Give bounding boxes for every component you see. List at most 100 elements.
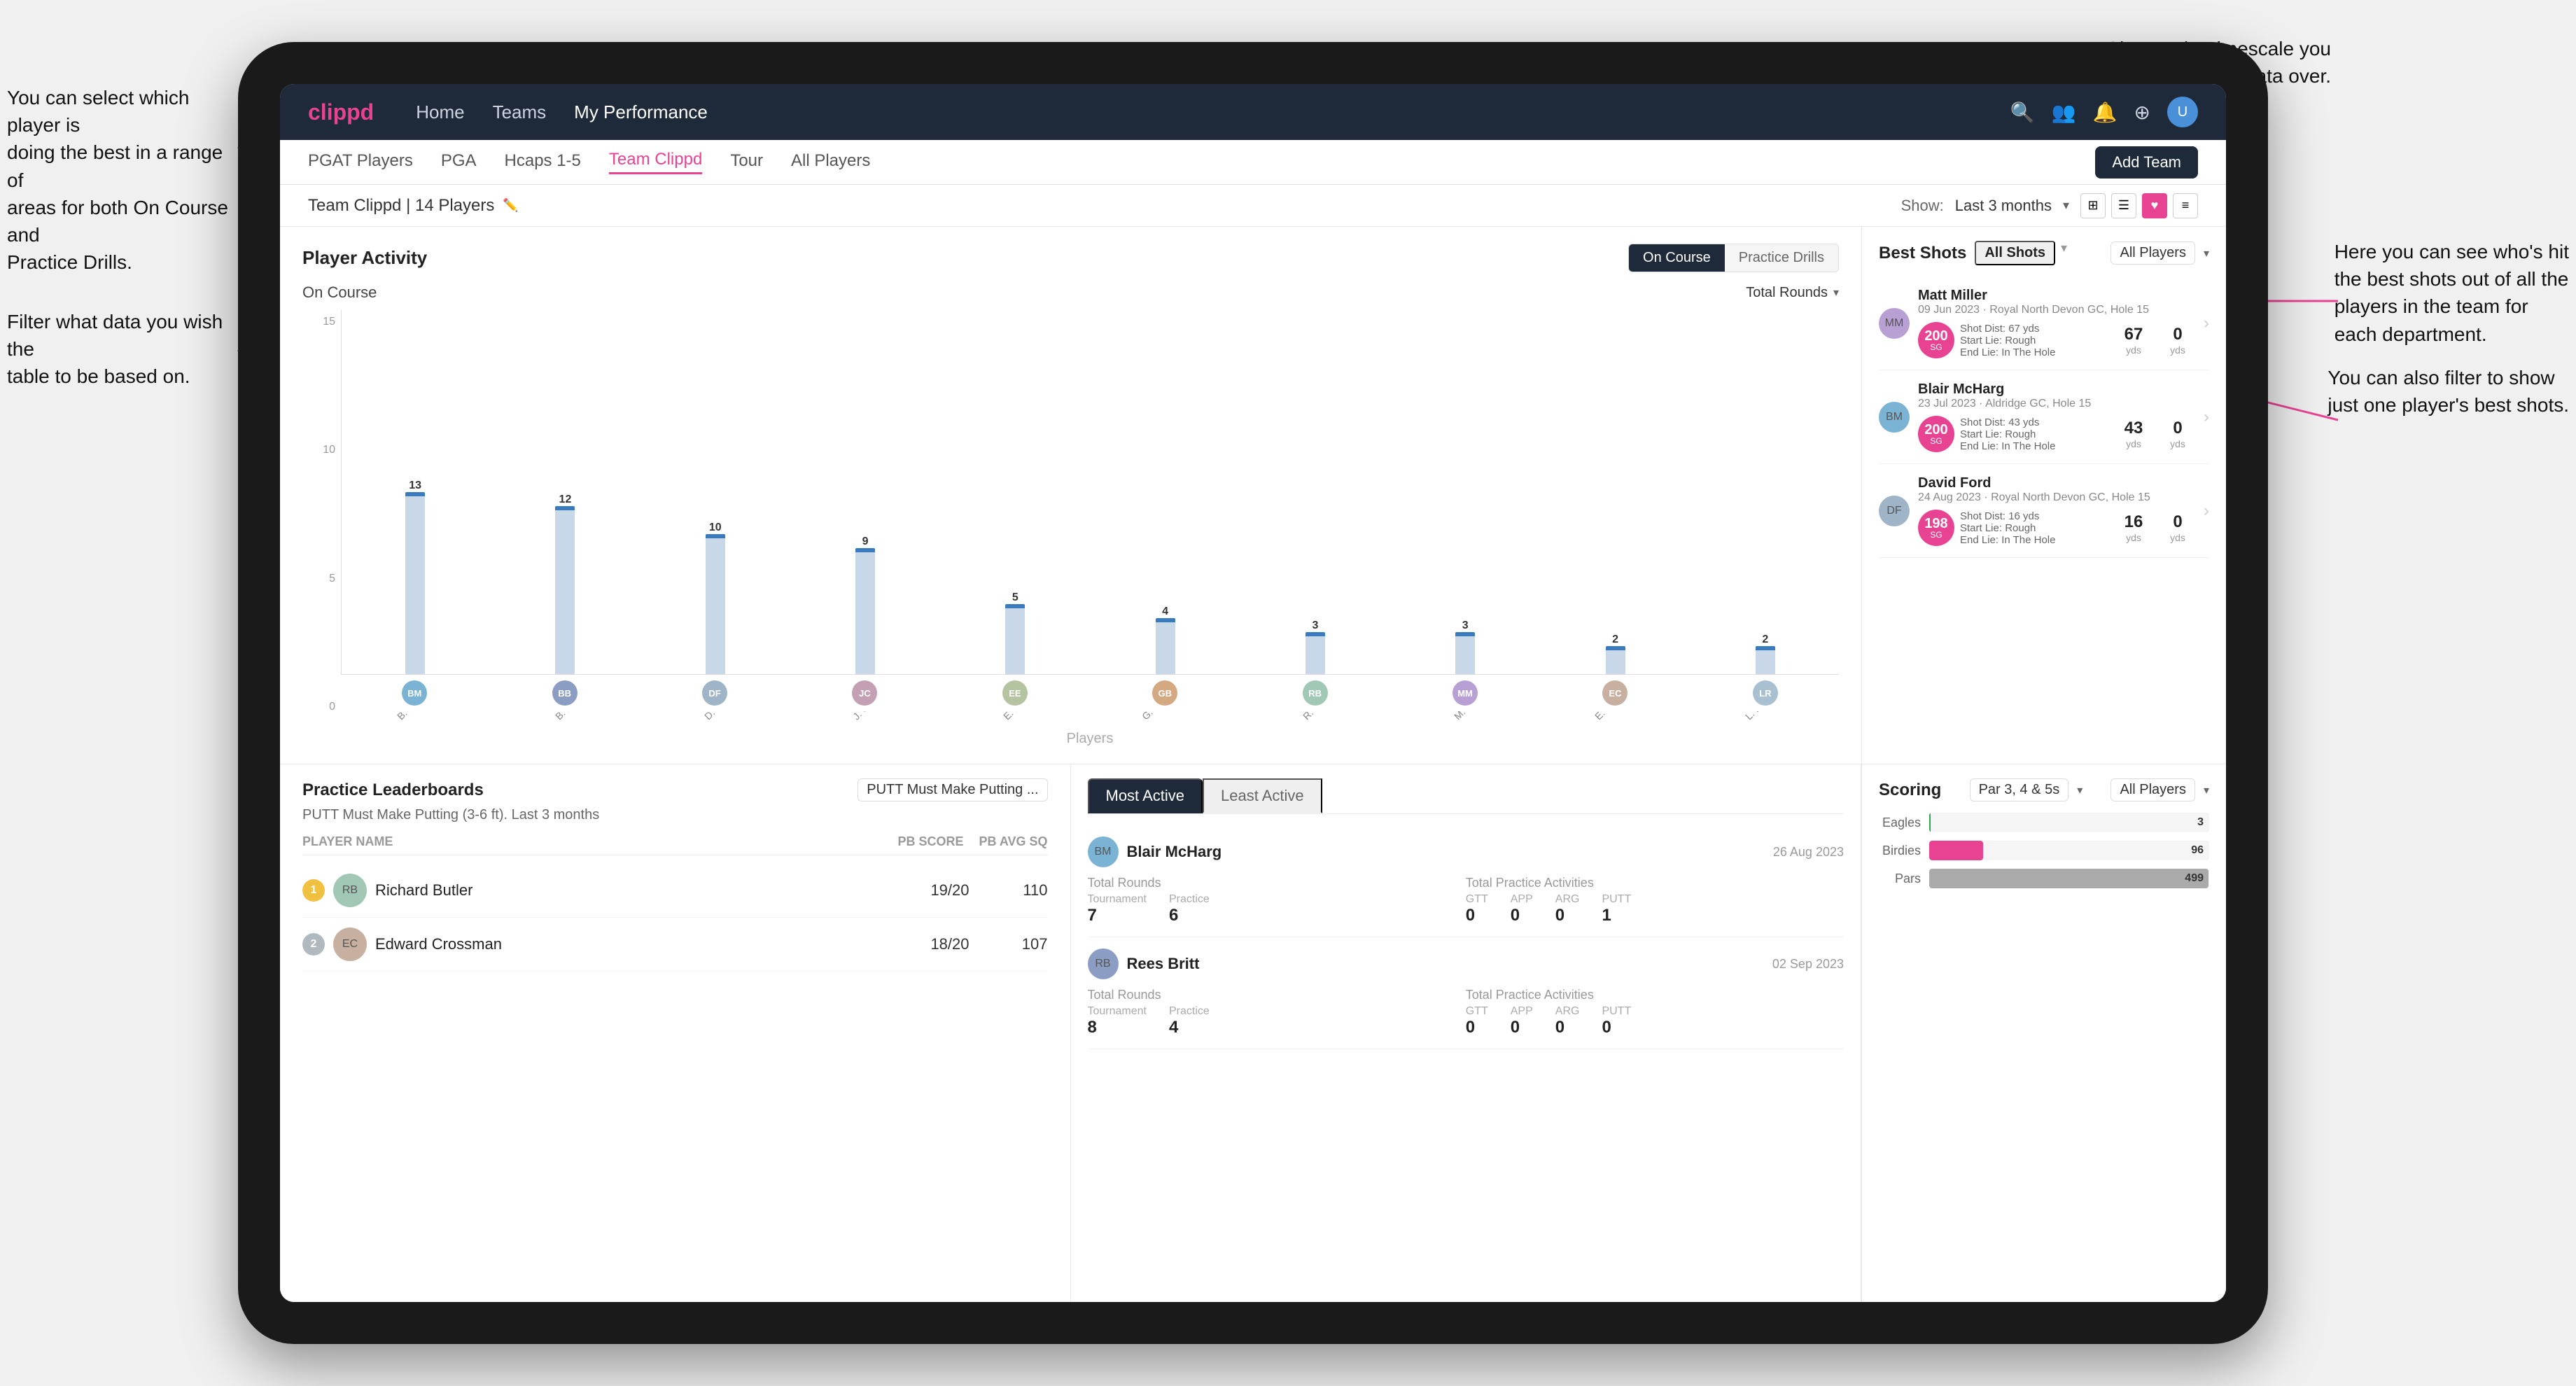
shot-metric-3: 16 yds bbox=[2113, 512, 2155, 543]
birdies-value: 96 bbox=[2191, 844, 2204, 857]
app-stat-1: APP 0 bbox=[1511, 893, 1533, 925]
team-header-right: Show: Last 3 months ▾ ⊞ ☰ ♥ ≡ bbox=[1901, 193, 2198, 218]
app-stat-2: APP 0 bbox=[1511, 1005, 1533, 1037]
nav-teams[interactable]: Teams bbox=[493, 102, 547, 123]
bar-group-9: 2 bbox=[1544, 634, 1686, 674]
practice-label-1: Total Practice Activities bbox=[1466, 876, 1844, 890]
scoring-par-dropdown[interactable]: Par 3, 4 & 5s bbox=[1970, 778, 2069, 802]
annotation-player-select: You can select which player isdoing the … bbox=[7, 84, 231, 276]
practice-activities-section-2: Total Practice Activities GTT 0 APP 0 bbox=[1466, 988, 1844, 1037]
search-icon[interactable]: 🔍 bbox=[2010, 101, 2035, 124]
practice-label-2: Total Practice Activities bbox=[1466, 988, 1844, 1002]
all-players-select[interactable]: All Players bbox=[2110, 241, 2194, 265]
dropdown-arrow-icon[interactable]: ▾ bbox=[1833, 286, 1839, 300]
shot-chevron-3[interactable]: › bbox=[2204, 501, 2209, 521]
bar-name-3: D. Ford bbox=[642, 711, 784, 725]
bar-top-3 bbox=[706, 534, 725, 538]
most-active-tab[interactable]: Most Active bbox=[1088, 778, 1203, 813]
scoring-players-dropdown[interactable]: All Players bbox=[2110, 778, 2194, 802]
all-players-arrow-icon[interactable]: ▾ bbox=[2204, 246, 2209, 260]
shot-chevron-2[interactable]: › bbox=[2204, 407, 2209, 427]
practice-header: Practice Leaderboards PUTT Must Make Put… bbox=[302, 778, 1048, 802]
on-course-toggle[interactable]: On Course bbox=[1629, 244, 1725, 272]
practice-activities-section-1: Total Practice Activities GTT 0 APP 0 bbox=[1466, 876, 1844, 925]
chart-dropdown-group: Total Rounds ▾ bbox=[1746, 285, 1839, 301]
avatar-6: GB bbox=[1094, 680, 1236, 706]
scoring-players-arrow[interactable]: ▾ bbox=[2204, 783, 2209, 797]
card-view-button[interactable]: ♥ bbox=[2142, 193, 2167, 218]
chevron-down-icon[interactable]: ▾ bbox=[2063, 198, 2069, 213]
all-shots-tab[interactable]: All Shots bbox=[1975, 241, 2055, 265]
add-circle-icon[interactable]: ⊕ bbox=[2134, 101, 2150, 124]
team-header: Team Clippd | 14 Players ✏️ Show: Last 3… bbox=[280, 185, 2226, 227]
pars-value: 499 bbox=[2185, 872, 2204, 885]
shot-card-2[interactable]: BM Blair McHarg 23 Jul 2023 · Aldridge G… bbox=[1879, 370, 2209, 464]
add-team-button[interactable]: Add Team bbox=[2095, 146, 2198, 178]
pars-bar-container: 499 bbox=[1929, 869, 2209, 888]
shots-tab-arrow: ▾ bbox=[2061, 241, 2067, 265]
bar-name-8: M. Miller bbox=[1395, 711, 1537, 725]
avatar-10: LR bbox=[1695, 680, 1836, 706]
avatar-4: JC bbox=[794, 680, 935, 706]
tab-hcaps[interactable]: Hcaps 1-5 bbox=[505, 151, 581, 174]
scoring-dropdown-arrow[interactable]: ▾ bbox=[2077, 783, 2082, 797]
edit-icon[interactable]: ✏️ bbox=[503, 198, 518, 213]
shot-player-name-3: David Ford bbox=[1918, 475, 2195, 491]
shot-chevron-1[interactable]: › bbox=[2204, 314, 2209, 333]
tab-pga[interactable]: PGA bbox=[441, 151, 477, 174]
pars-bar-fill bbox=[1929, 869, 2208, 888]
least-active-tab[interactable]: Least Active bbox=[1203, 778, 1322, 813]
bar-value-2: 12 bbox=[559, 493, 572, 506]
practice-sub-title: PUTT Must Make Putting (3-6 ft). Last 3 … bbox=[302, 807, 1048, 823]
shot-date-course-3: 24 Aug 2023 · Royal North Devon GC, Hole… bbox=[1918, 491, 2195, 504]
shot-avatar-3: DF bbox=[1879, 496, 1910, 526]
lb-score-2: 18/20 bbox=[899, 935, 969, 953]
active-player-name-2: Rees Britt bbox=[1127, 955, 1764, 973]
user-avatar[interactable]: U bbox=[2167, 97, 2198, 127]
bar-value-7: 3 bbox=[1312, 620, 1318, 632]
total-rounds-section-2: Total Rounds Tournament 8 Practice 4 bbox=[1088, 988, 1466, 1037]
nav-home[interactable]: Home bbox=[416, 102, 464, 123]
bar-name-2: B. Britt bbox=[491, 711, 634, 725]
bar-fill-9 bbox=[1606, 646, 1625, 674]
practice-drills-toggle[interactable]: Practice Drills bbox=[1725, 244, 1838, 272]
practice-title: Practice Leaderboards bbox=[302, 780, 484, 800]
bar-top-1 bbox=[405, 492, 425, 496]
avatar-3: DF bbox=[644, 680, 785, 706]
tab-team-clippd[interactable]: Team Clippd bbox=[609, 150, 702, 174]
practice-dropdown[interactable]: PUTT Must Make Putting ... bbox=[858, 778, 1047, 802]
shot-card-3[interactable]: DF David Ford 24 Aug 2023 · Royal North … bbox=[1879, 464, 2209, 558]
birdies-bar-fill bbox=[1929, 841, 1983, 860]
main-content: Player Activity On Course Practice Drill… bbox=[280, 227, 2226, 1302]
bar-value-9: 2 bbox=[1612, 634, 1618, 646]
list-view-button[interactable]: ☰ bbox=[2111, 193, 2136, 218]
sub-tabs-bar: PGAT Players PGA Hcaps 1-5 Team Clippd T… bbox=[280, 140, 2226, 185]
bar-fill-10 bbox=[1756, 646, 1775, 674]
bar-name-10: L. Robertson bbox=[1697, 711, 1839, 725]
tab-tour[interactable]: Tour bbox=[730, 151, 763, 174]
users-icon[interactable]: 👥 bbox=[2052, 101, 2076, 124]
putt-stat-1: PUTT 1 bbox=[1602, 893, 1631, 925]
bar-fill-1 bbox=[405, 492, 425, 674]
scoring-bars: Eagles 3 Birdies 96 bbox=[1879, 813, 2209, 1288]
table-view-button[interactable]: ≡ bbox=[2173, 193, 2198, 218]
shot-metric-2: 43 yds bbox=[2113, 419, 2155, 449]
nav-my-performance[interactable]: My Performance bbox=[574, 102, 708, 123]
tab-pgat-players[interactable]: PGAT Players bbox=[308, 151, 413, 174]
shot-date-course-1: 09 Jun 2023 · Royal North Devon GC, Hole… bbox=[1918, 304, 2195, 316]
tablet-screen: clippd Home Teams My Performance 🔍 👥 🔔 ⊕… bbox=[280, 84, 2226, 1302]
shot-card-1[interactable]: MM Matt Miller 09 Jun 2023 · Royal North… bbox=[1879, 276, 2209, 370]
tab-all-players[interactable]: All Players bbox=[791, 151, 870, 174]
lb-avatar-2: EC bbox=[333, 927, 367, 961]
time-period-select[interactable]: Last 3 months bbox=[1955, 197, 2052, 215]
eagles-bar-container: 3 bbox=[1929, 813, 2209, 832]
bar-top-8 bbox=[1455, 632, 1475, 636]
bar-fill-8 bbox=[1455, 632, 1475, 674]
avatar-row: BM BB DF JC EE GB RB MM EC LR bbox=[341, 675, 1839, 711]
lb-row-1: 1 RB Richard Butler 19/20 110 bbox=[302, 864, 1048, 918]
y-label-0: 0 bbox=[329, 701, 335, 713]
grid-view-button[interactable]: ⊞ bbox=[2080, 193, 2106, 218]
bar-name-9: E. Crossman bbox=[1546, 711, 1688, 725]
bar-name-5: E. Ebert bbox=[944, 711, 1086, 725]
bell-icon[interactable]: 🔔 bbox=[2093, 101, 2118, 124]
